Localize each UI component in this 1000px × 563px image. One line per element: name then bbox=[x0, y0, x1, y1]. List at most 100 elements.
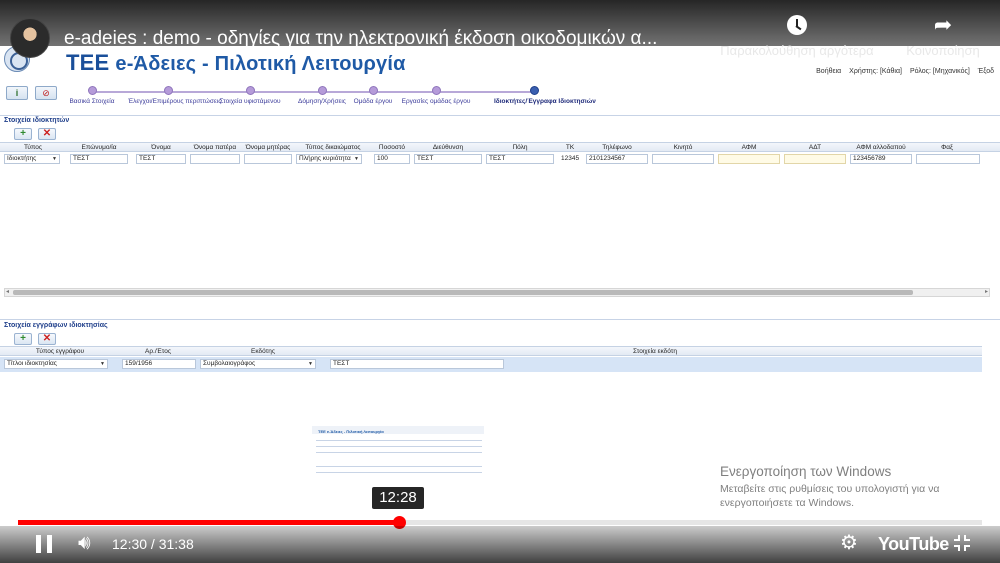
progress-played bbox=[18, 520, 399, 525]
clock-icon bbox=[704, 12, 890, 40]
owner-type-select[interactable]: Ιδιοκτήτης bbox=[4, 154, 60, 164]
step-dot bbox=[368, 86, 378, 95]
issuer-select[interactable]: Συμβολαιογράφος bbox=[200, 359, 316, 369]
owners-section-title: Στοιχεία ιδιοκτητών bbox=[4, 117, 70, 124]
thumbnail-line bbox=[316, 440, 482, 441]
col-afm[interactable]: ΑΦΜ bbox=[716, 144, 782, 151]
documents-section-title: Στοιχεία εγγράφων ιδιοκτησίας bbox=[4, 322, 108, 329]
scroll-left-icon[interactable]: ◂ bbox=[6, 289, 9, 296]
owner-mother-name-field[interactable] bbox=[244, 154, 292, 164]
step-team-tasks[interactable]: Εργασίες ομάδας έργου bbox=[396, 86, 476, 105]
col-phone[interactable]: Τηλέφωνο bbox=[584, 144, 650, 151]
user-label: Χρήστης: [Κάθια] bbox=[849, 68, 902, 75]
owners-table-row[interactable]: Ιδιοκτήτης ΤΕΣΤ ΤΕΣΤ Πλήρης κυριότητα 10… bbox=[0, 153, 1000, 165]
delete-icon: ✕ bbox=[42, 333, 52, 344]
scroll-right-icon[interactable]: ▸ bbox=[985, 289, 988, 296]
percent-field[interactable]: 100 bbox=[374, 154, 410, 164]
col-postal-code[interactable]: ΤΚ bbox=[556, 144, 584, 151]
step-label: Εργασίες ομάδας έργου bbox=[401, 98, 471, 105]
col-issuer-details[interactable]: Στοιχεία εκδότη bbox=[328, 348, 982, 355]
thumbnail-line bbox=[316, 446, 482, 447]
fax-field[interactable] bbox=[916, 154, 980, 164]
windows-activation-watermark: Ενεργοποίηση των Windows Μεταβείτε στις … bbox=[720, 464, 980, 510]
right-type-select[interactable]: Πλήρης κυριότητα bbox=[296, 154, 362, 164]
exit-link[interactable]: Έξοδ bbox=[978, 68, 994, 75]
address-field[interactable]: ΤΕΣΤ bbox=[414, 154, 482, 164]
col-fax[interactable]: Φαξ bbox=[914, 144, 980, 151]
add-owner-button[interactable]: + bbox=[14, 128, 32, 140]
watch-later-button[interactable]: Παρακολούθηση αργότερα bbox=[704, 12, 890, 58]
documents-table-row[interactable]: Τίτλοι ιδιοκτησίας 159/1956 Συμβολαιογρά… bbox=[0, 358, 1000, 370]
thumbnail-line bbox=[316, 472, 482, 473]
video-title[interactable]: e-adeies : demo - οδηγίες για την ηλεκτρ… bbox=[64, 28, 704, 50]
scrollbar-thumb[interactable] bbox=[13, 290, 913, 295]
exit-fullscreen-icon[interactable] bbox=[952, 533, 972, 553]
step-existing[interactable]: Στοιχεία υφιστάμενου bbox=[210, 86, 290, 105]
afm-field[interactable] bbox=[718, 154, 780, 164]
col-name[interactable]: Όνομα bbox=[134, 144, 188, 151]
issuer-details-field[interactable]: ΤΕΣΤ bbox=[330, 359, 504, 369]
volume-icon[interactable]: 🔊︎ bbox=[78, 532, 91, 554]
owner-father-name-field[interactable] bbox=[190, 154, 240, 164]
app-brand: ΤΕΕ bbox=[66, 50, 110, 75]
postal-code-field[interactable]: 12345 bbox=[558, 154, 584, 164]
delete-owner-button[interactable]: ✕ bbox=[38, 128, 56, 140]
help-link[interactable]: Βοήθεια bbox=[816, 68, 841, 75]
col-right-type[interactable]: Τύπος δικαιώματος bbox=[294, 144, 372, 151]
col-adt[interactable]: ΑΔΤ bbox=[782, 144, 848, 151]
share-button[interactable]: ➦ Κοινοποίηση bbox=[896, 12, 990, 58]
step-dot bbox=[245, 86, 255, 95]
col-percent[interactable]: Ποσοστό bbox=[372, 144, 412, 151]
progress-bar[interactable] bbox=[18, 516, 982, 529]
col-type[interactable]: Τύπος bbox=[2, 144, 64, 151]
delete-icon: ✕ bbox=[42, 128, 52, 139]
add-document-button[interactable]: + bbox=[14, 333, 32, 345]
thumbnail-line bbox=[316, 452, 482, 453]
info-button[interactable]: i bbox=[6, 86, 28, 100]
app-title-text: e-Άδειες - Πιλοτική Λειτουργία bbox=[115, 53, 406, 75]
delete-document-button[interactable]: ✕ bbox=[38, 333, 56, 345]
role-label: Ρόλος: [Μηχανικός] bbox=[909, 68, 970, 75]
col-father-name[interactable]: Όνομα πατέρα bbox=[188, 144, 242, 151]
col-surname[interactable]: Επώνυμο/ία bbox=[68, 144, 130, 151]
step-dot bbox=[317, 86, 327, 95]
owner-surname-field[interactable]: ΤΕΣΤ bbox=[70, 154, 128, 164]
plus-icon: + bbox=[20, 333, 26, 344]
col-mother-name[interactable]: Όνομα μητέρας bbox=[242, 144, 294, 151]
horizontal-scrollbar[interactable]: ◂ ▸ bbox=[4, 288, 990, 297]
step-label: Στοιχεία υφιστάμενου bbox=[219, 98, 281, 105]
step-label: Ιδιοκτήτες/Έγγραφα Ιδιοκτησιών bbox=[494, 98, 596, 105]
youtube-logo[interactable]: YouTube bbox=[878, 534, 949, 555]
share-icon: ➦ bbox=[933, 12, 953, 37]
col-address[interactable]: Διεύθυνση bbox=[412, 144, 484, 151]
owner-name-field[interactable]: ΤΕΣΤ bbox=[136, 154, 186, 164]
wizard-stepper: Βασικά Στοιχεία Έλεγχοι/Επιμέρους περιπτ… bbox=[60, 86, 610, 108]
channel-avatar[interactable] bbox=[10, 18, 50, 58]
thumbnail-line bbox=[316, 466, 482, 467]
number-year-field[interactable]: 159/1956 bbox=[122, 359, 196, 369]
gear-icon[interactable]: ⚙ bbox=[840, 532, 858, 554]
step-basic-info[interactable]: Βασικά Στοιχεία bbox=[52, 86, 132, 105]
section-divider bbox=[0, 319, 1000, 320]
adt-field[interactable] bbox=[784, 154, 846, 164]
col-foreign-afm[interactable]: ΑΦΜ αλλοδαπού bbox=[848, 144, 914, 151]
col-number-year[interactable]: Αρ./Έτος bbox=[118, 348, 198, 355]
doc-type-select[interactable]: Τίτλοι ιδιοκτησίας bbox=[4, 359, 108, 369]
mobile-field[interactable] bbox=[652, 154, 714, 164]
foreign-afm-field[interactable]: 123456789 bbox=[850, 154, 912, 164]
step-checks[interactable]: Έλεγχοι/Επιμέρους περιπτώσεις bbox=[128, 86, 221, 105]
thumbnail-title: ΤΕΕ e-Άδειες - Πιλοτική Λειτουργία bbox=[318, 429, 384, 434]
documents-grid-header: Τύπος εγγράφου Αρ./Έτος Εκδότης Στοιχεία… bbox=[0, 346, 982, 356]
step-dot bbox=[87, 86, 97, 95]
pause-icon[interactable] bbox=[36, 535, 52, 553]
step-owners-documents[interactable]: Ιδιοκτήτες/Έγγραφα Ιδιοκτησιών bbox=[494, 86, 596, 105]
col-city[interactable]: Πόλη bbox=[484, 144, 556, 151]
step-dot bbox=[163, 86, 173, 95]
col-issuer[interactable]: Εκδότης bbox=[198, 348, 328, 355]
city-field[interactable]: ΤΕΣΤ bbox=[486, 154, 554, 164]
phone-field[interactable]: 2101234567 bbox=[586, 154, 648, 164]
user-info: Βοήθεια Χρήστης: [Κάθια] Ρόλος: [Μηχανικ… bbox=[810, 68, 994, 75]
col-mobile[interactable]: Κινητό bbox=[650, 144, 716, 151]
watch-later-label: Παρακολούθηση αργότερα bbox=[720, 43, 874, 58]
col-doc-type[interactable]: Τύπος εγγράφου bbox=[2, 348, 118, 355]
